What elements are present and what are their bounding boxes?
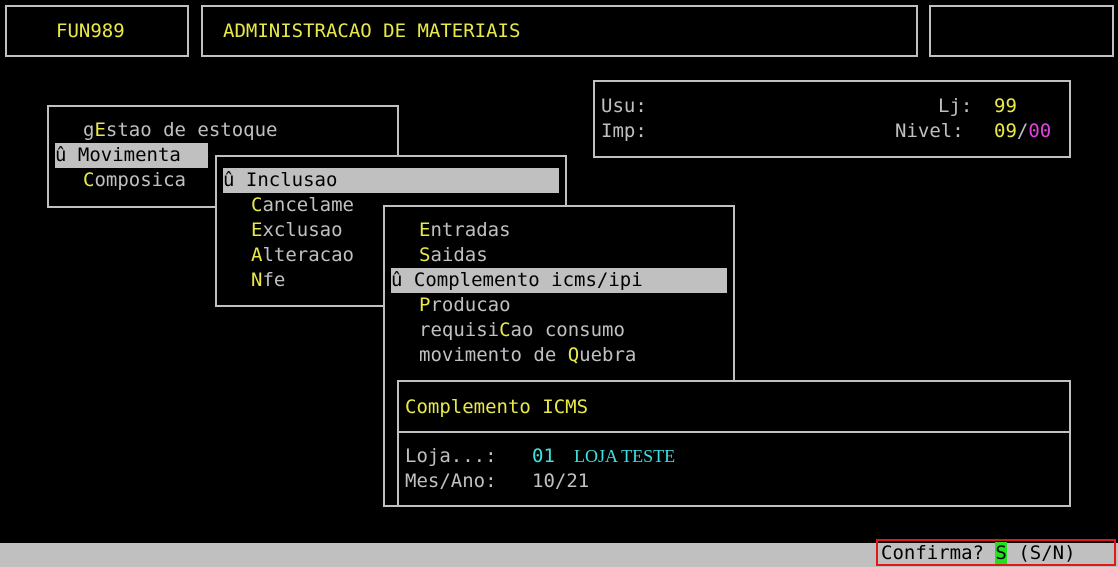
confirm-prompt-box: Confirma? S (S/N) bbox=[876, 539, 1116, 566]
menu1-item-gestao-hot: E bbox=[94, 119, 106, 141]
lj-label: Lj: bbox=[938, 95, 973, 117]
menu3-item-requisicao[interactable]: requisiCao consumo bbox=[419, 318, 625, 343]
menu3-item-requisicao-hot: C bbox=[499, 319, 511, 341]
program-code: FUN989 bbox=[56, 20, 125, 42]
selection-marker-icon: û bbox=[223, 169, 246, 191]
mes-ano-field[interactable]: 10/21 bbox=[532, 469, 589, 494]
menu3-item-quebra-hot: Q bbox=[567, 344, 580, 366]
menu1-item-composica-label: omposica bbox=[94, 169, 186, 191]
confirm-prompt: Confirma? S (S/N) bbox=[881, 541, 1076, 566]
menu3-item-requisicao-pre: requisi bbox=[419, 319, 500, 341]
nivel-value-b: 00 bbox=[1028, 120, 1052, 142]
nivel-sep: / bbox=[1016, 120, 1029, 142]
menu2-item-nfe[interactable]: Nfe bbox=[251, 268, 285, 293]
menu2-item-inclusao[interactable]: û Inclusao bbox=[223, 168, 559, 193]
title-box: ADMINISTRACAO DE MATERIAIS bbox=[201, 5, 918, 57]
nivel-label: Nivel: bbox=[895, 120, 964, 142]
menu1-item-gestao-label: stao de estoque bbox=[105, 119, 278, 141]
menu3-item-saidas-label: aidas bbox=[430, 244, 488, 266]
menu1-item-movimenta-label: ovimenta bbox=[89, 144, 181, 166]
menu3-item-requisicao-label: ao consumo bbox=[510, 319, 625, 341]
menu3-item-entradas-hot: E bbox=[419, 219, 431, 241]
menu3-item-complemento[interactable]: û Complemento icms/ipi bbox=[391, 268, 727, 293]
menu2-item-cancelame-hot: C bbox=[251, 194, 263, 216]
menu2-item-cancelame-label: ancelame bbox=[262, 194, 354, 216]
menu3-item-quebra-pre: movimento de bbox=[419, 344, 568, 366]
menu3-item-complemento-hot: C bbox=[413, 269, 426, 291]
loja-name: LOJA TESTE bbox=[574, 446, 676, 466]
menu2-item-inclusao-hot: I bbox=[245, 169, 258, 191]
app-title: ADMINISTRACAO DE MATERIAIS bbox=[223, 20, 521, 42]
menu1-item-composica-hot: C bbox=[83, 169, 95, 191]
menu3-item-entradas[interactable]: Entradas bbox=[419, 218, 511, 243]
dialog-title: Complemento ICMS bbox=[405, 396, 589, 418]
menu2-item-alteracao-hot: A bbox=[251, 244, 263, 266]
dialog-divider bbox=[399, 431, 1069, 433]
menu2-item-nfe-hot: N bbox=[251, 269, 263, 291]
menu1-item-composica[interactable]: Composica bbox=[83, 168, 186, 193]
menu2-item-nfe-label: fe bbox=[262, 269, 286, 291]
confirm-label: Confirma? bbox=[881, 542, 984, 564]
menu2-item-alteracao-label: lteracao bbox=[262, 244, 354, 266]
imp-label: Imp: bbox=[601, 120, 647, 142]
menu3-item-producao-hot: P bbox=[419, 294, 431, 316]
menu1-item-gestao[interactable]: gEstao de estoque bbox=[83, 118, 278, 143]
complemento-icms-dialog: Complemento ICMS Loja...: 01 LOJA TESTE … bbox=[397, 380, 1071, 507]
loja-code-field[interactable]: 01 bbox=[532, 444, 555, 469]
menu2-item-exclusao[interactable]: Exclusao bbox=[251, 218, 343, 243]
confirm-answer-input[interactable]: S bbox=[995, 542, 1007, 564]
usu-label: Usu: bbox=[601, 95, 647, 117]
mes-ano-label: Mes/Ano: bbox=[405, 470, 497, 492]
menu3-item-producao-label: roducao bbox=[430, 294, 511, 316]
menu2-item-exclusao-hot: E bbox=[251, 219, 263, 241]
menu1-item-movimenta-hot: M bbox=[77, 144, 90, 166]
menu1-item-movimenta[interactable]: û Movimenta bbox=[55, 143, 208, 168]
menu3-item-entradas-label: ntradas bbox=[430, 219, 511, 241]
menu3-item-producao[interactable]: Producao bbox=[419, 293, 511, 318]
user-info-panel: Usu: Imp: Lj: 99 Nivel: 09/00 bbox=[593, 80, 1071, 158]
nivel-value-a: 09 bbox=[994, 120, 1017, 142]
menu3-item-quebra[interactable]: movimento de Quebra bbox=[419, 343, 636, 368]
loja-label: Loja...: bbox=[405, 445, 497, 467]
menu3-item-complemento-label: omplemento icms/ipi bbox=[425, 269, 643, 291]
menu3-item-quebra-label: uebra bbox=[579, 344, 637, 366]
menu2-item-exclusao-label: xclusao bbox=[262, 219, 343, 241]
nivel-value: 09/00 bbox=[994, 119, 1051, 144]
header-right-box bbox=[929, 5, 1114, 57]
menu2-item-alteracao[interactable]: Alteracao bbox=[251, 243, 354, 268]
selection-marker-icon: û bbox=[391, 269, 414, 291]
program-code-box: FUN989 bbox=[5, 5, 189, 57]
selection-marker-icon: û bbox=[55, 144, 78, 166]
menu1-item-gestao-pre: g bbox=[83, 119, 95, 141]
menu3-item-saidas-hot: S bbox=[419, 244, 431, 266]
confirm-options: (S/N) bbox=[1018, 542, 1076, 564]
lj-value: 99 bbox=[994, 95, 1017, 117]
menu2-item-cancelame[interactable]: Cancelame bbox=[251, 193, 354, 218]
menu2-item-inclusao-label: nclusao bbox=[257, 169, 338, 191]
menu3-item-saidas[interactable]: Saidas bbox=[419, 243, 488, 268]
